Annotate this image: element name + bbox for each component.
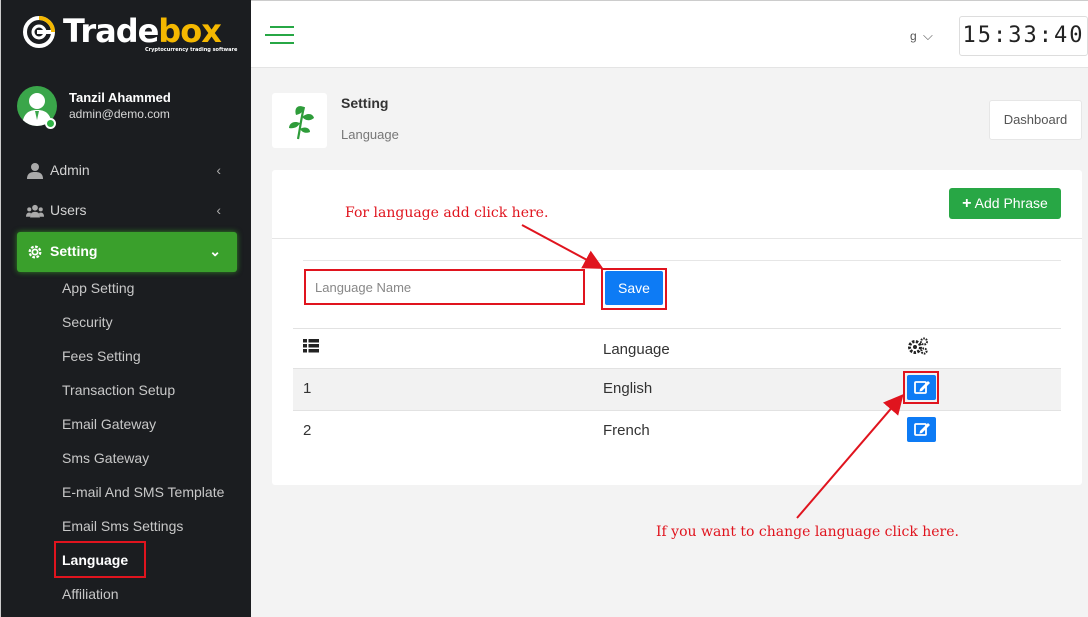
table-row: 1 English [293, 368, 1061, 410]
sidebar-subitem-email-gateway[interactable]: Email Gateway [62, 416, 156, 432]
brand-name: Tradebox [63, 12, 222, 50]
gears-icon [908, 337, 928, 355]
form-divider [303, 260, 1061, 261]
edit-icon [914, 423, 930, 436]
add-phrase-label: Add Phrase [974, 195, 1048, 211]
page-icon [272, 93, 327, 148]
language-name-input[interactable] [304, 269, 585, 305]
sidebar-subitem-sms-gateway[interactable]: Sms Gateway [62, 450, 149, 466]
row-id: 1 [303, 380, 312, 397]
table-row: 2 French [293, 410, 1061, 452]
sidebar-item-label: Admin [50, 162, 90, 178]
chevron-down-icon: ⌄ [209, 243, 221, 259]
menu-toggle-icon[interactable] [265, 26, 294, 46]
table-header-row: Language [293, 328, 1061, 368]
user-menu-label: g [910, 29, 917, 43]
row-language: English [603, 380, 653, 397]
online-status-dot [45, 118, 56, 129]
annotation-change-language: If you want to change language click her… [656, 524, 959, 540]
chevron-down-icon: ⌵ [923, 28, 933, 43]
edit-language-button[interactable] [907, 417, 936, 442]
users-icon [26, 204, 44, 218]
user-tie-icon [27, 163, 43, 179]
sidebar-subitem-transaction-setup[interactable]: Transaction Setup [62, 382, 175, 398]
annotation-add-language: For language add click here. [345, 205, 549, 221]
row-id: 2 [303, 422, 312, 439]
highlight-box-language [54, 541, 146, 578]
sidebar-item-admin[interactable]: Admin ‹ [17, 151, 237, 191]
brand-logo[interactable]: Tradebox Cryptocurrency trading software [21, 12, 237, 56]
list-icon [303, 339, 319, 353]
leaf-icon [289, 106, 314, 140]
brand-tagline: Cryptocurrency trading software [145, 47, 238, 53]
brand-logo-mark-icon [23, 16, 55, 48]
sidebar-item-label: Setting [50, 243, 98, 259]
plus-icon: + [962, 195, 972, 212]
sidebar-subitem-email-sms-settings[interactable]: Email Sms Settings [62, 518, 183, 534]
page-title: Setting [341, 95, 389, 111]
sidebar: Tradebox Cryptocurrency trading software… [0, 0, 251, 617]
top-header: g ⌵ 15:33:40 [251, 0, 1088, 68]
chevron-left-icon: ‹ [216, 202, 221, 218]
sidebar-item-setting[interactable]: Setting ⌄ [17, 232, 237, 272]
add-phrase-button[interactable]: + Add Phrase [949, 188, 1061, 219]
sidebar-subitem-app-setting[interactable]: App Setting [62, 280, 134, 296]
sidebar-subitem-security[interactable]: Security [62, 314, 113, 330]
row-language: French [603, 422, 650, 439]
gear-icon [28, 245, 42, 259]
column-header-language: Language [603, 341, 670, 358]
digital-clock: 15:33:40 [959, 16, 1088, 56]
sidebar-item-users[interactable]: Users ‹ [17, 191, 237, 231]
sidebar-item-label: Users [50, 202, 87, 218]
sidebar-subitem-email-sms-template[interactable]: E-mail And SMS Template [62, 484, 224, 500]
page-subtitle: Language [341, 127, 399, 142]
save-button[interactable]: Save [605, 271, 663, 305]
highlight-box-edit [903, 371, 939, 404]
chevron-left-icon: ‹ [216, 162, 221, 178]
sidebar-subitem-affiliation[interactable]: Affiliation [62, 586, 119, 602]
sidebar-subitem-fees-setting[interactable]: Fees Setting [62, 348, 141, 364]
user-profile[interactable]: Tanzil Ahammed admin@demo.com [17, 86, 242, 132]
user-menu-toggle[interactable]: g ⌵ [910, 28, 933, 44]
user-email: admin@demo.com [69, 107, 170, 121]
card-divider [272, 238, 1082, 239]
user-name: Tanzil Ahammed [69, 90, 171, 105]
dashboard-button[interactable]: Dashboard [989, 100, 1082, 140]
